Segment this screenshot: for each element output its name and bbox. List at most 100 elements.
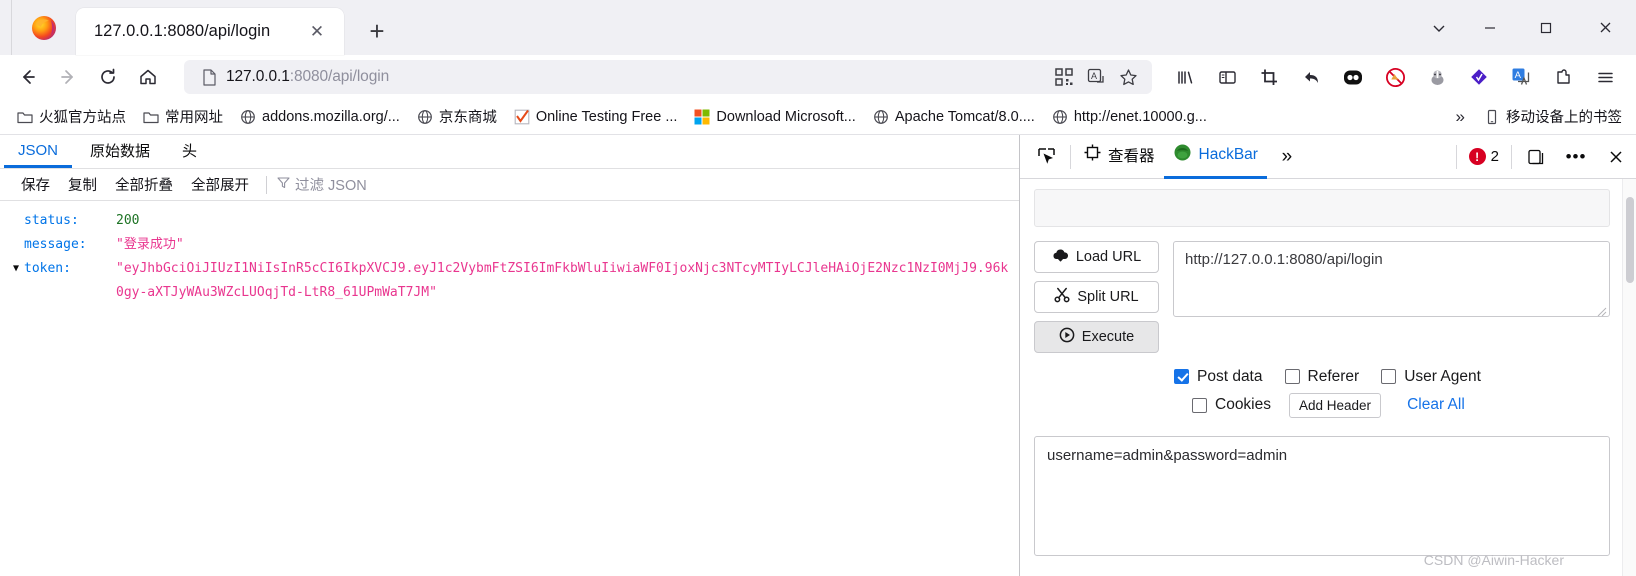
checkmark-icon — [513, 108, 531, 126]
tab-strip: 127.0.0.1:8080/api/login ✕ + — [0, 0, 1636, 55]
post-data-textarea[interactable]: username=admin&password=admin — [1034, 436, 1610, 556]
globe-icon — [872, 108, 890, 126]
tab-headers[interactable]: 头 — [168, 135, 211, 168]
resize-grip-icon[interactable] — [1597, 304, 1607, 317]
library-icon[interactable] — [1164, 59, 1206, 95]
url-bar[interactable]: 127.0.0.1:8080/api/login A — [184, 60, 1152, 94]
bookmark-item[interactable]: 火狐官方站点 — [8, 103, 134, 130]
bookmarks-toolbar: 火狐官方站点 常用网址 addons.mozilla.org/... 京东商城 — [0, 99, 1636, 135]
dock-to-side-icon[interactable] — [1516, 140, 1556, 174]
bookmark-item[interactable]: http://enet.10000.g... — [1043, 105, 1215, 129]
clear-all-link[interactable]: Clear All — [1407, 396, 1465, 414]
sidebar-icon[interactable] — [1206, 59, 1248, 95]
json-content: status: 200 message: "登录成功" ▼ token: "ey… — [0, 201, 1019, 576]
url-textarea[interactable]: http://127.0.0.1:8080/api/login — [1173, 241, 1610, 317]
close-window-button[interactable] — [1574, 0, 1636, 55]
bookmark-label: addons.mozilla.org/... — [262, 108, 400, 125]
play-circle-icon — [1059, 327, 1075, 347]
json-row-status[interactable]: status: 200 — [0, 209, 1019, 233]
split-url-button[interactable]: Split URL — [1034, 281, 1159, 313]
tab-inspector[interactable]: 查看器 — [1075, 135, 1164, 179]
checkbox-icon[interactable] — [1381, 369, 1397, 384]
cookie-manager-icon[interactable] — [1332, 59, 1374, 95]
load-url-button[interactable]: Load URL — [1034, 241, 1159, 273]
devtools-close-icon[interactable] — [1596, 140, 1636, 174]
post-data-checkbox[interactable]: Post data — [1174, 368, 1263, 386]
screenshot-crop-icon[interactable] — [1248, 59, 1290, 95]
expand-all-button[interactable]: 全部展开 — [182, 174, 258, 195]
json-row-message[interactable]: message: "登录成功" — [0, 233, 1019, 257]
error-circle-icon: ! — [1468, 148, 1486, 165]
translate-icon[interactable]: A — [1080, 68, 1112, 86]
close-icon[interactable]: ✕ — [304, 19, 330, 45]
wappalyzer-icon[interactable] — [1458, 59, 1500, 95]
new-tab-button[interactable]: + — [356, 10, 398, 52]
post-data-label: Post data — [1197, 367, 1263, 385]
bookmark-label: 火狐官方站点 — [39, 110, 126, 126]
svg-text:A: A — [1091, 71, 1097, 81]
scrollbar-thumb[interactable] — [1626, 197, 1634, 283]
undo-arrow-icon[interactable] — [1290, 59, 1332, 95]
qr-code-icon[interactable] — [1048, 68, 1080, 86]
execute-button[interactable]: Execute — [1034, 321, 1159, 353]
bookmarks-overflow-icon[interactable]: » — [1446, 104, 1475, 130]
devtools-scrollbar[interactable] — [1622, 179, 1636, 576]
bookmark-label: Online Testing Free ... — [535, 108, 678, 125]
browser-tab[interactable]: 127.0.0.1:8080/api/login ✕ — [76, 8, 344, 55]
list-all-tabs-icon[interactable] — [1416, 0, 1462, 55]
devtools-meatball-menu-icon[interactable]: ••• — [1556, 140, 1596, 174]
toolbar-divider — [266, 175, 267, 194]
hackbar-option-row-1: Post data Referer User Agent — [1174, 363, 1610, 390]
add-header-button[interactable]: Add Header — [1289, 392, 1382, 418]
cookies-checkbox[interactable]: Cookies — [1192, 396, 1271, 414]
tab-hackbar[interactable]: HackBar — [1163, 135, 1267, 179]
json-row-token[interactable]: ▼ token: "eyJhbGciOiJIUzI1NiIsInR5cCI6Ik… — [0, 257, 1019, 305]
url-input[interactable]: 127.0.0.1:8080/api/login — [220, 68, 1048, 86]
star-icon[interactable] — [1112, 68, 1144, 87]
bookmark-label: 移动设备上的书签 — [1506, 110, 1622, 126]
bookmark-item[interactable]: Download Microsoft... — [685, 105, 863, 129]
bookmark-item[interactable]: 京东商城 — [408, 103, 505, 130]
maximize-button[interactable] — [1518, 0, 1574, 55]
reload-button-icon[interactable] — [88, 59, 128, 95]
tab-raw-data[interactable]: 原始数据 — [76, 135, 164, 168]
bookmark-item[interactable]: addons.mozilla.org/... — [231, 105, 408, 129]
filter-placeholder: 过滤 JSON — [295, 178, 367, 194]
more-tabs-icon[interactable]: » — [1267, 140, 1307, 174]
user-agent-checkbox[interactable]: User Agent — [1381, 368, 1481, 386]
element-picker-icon[interactable] — [1026, 140, 1066, 174]
privacy-badger-icon[interactable] — [1416, 59, 1458, 95]
cloud-download-icon — [1052, 248, 1069, 267]
folder-icon — [142, 108, 160, 126]
translate-extension-icon[interactable]: A — [1500, 59, 1542, 95]
referer-checkbox[interactable]: Referer — [1284, 368, 1359, 386]
bookmark-item[interactable]: 常用网址 — [134, 103, 231, 130]
execute-label: Execute — [1081, 329, 1135, 345]
back-button-icon[interactable] — [8, 59, 48, 95]
forward-button-icon[interactable] — [48, 59, 88, 95]
error-count-badge[interactable]: ! 2 — [1461, 148, 1507, 165]
extensions-puzzle-icon[interactable] — [1542, 59, 1584, 95]
json-value: 200 — [116, 213, 140, 228]
checkbox-icon[interactable] — [1192, 397, 1207, 413]
save-button[interactable]: 保存 — [12, 174, 59, 195]
app-menu-icon[interactable] — [1584, 59, 1626, 95]
collapse-all-button[interactable]: 全部折叠 — [106, 174, 182, 195]
tab-json[interactable]: JSON — [4, 135, 73, 168]
tab-inspector-label: 查看器 — [1108, 148, 1155, 165]
load-url-label: Load URL — [1075, 249, 1142, 265]
copy-button[interactable]: 复制 — [59, 174, 106, 195]
json-key: status: — [24, 213, 79, 228]
filter-json-input[interactable]: 过滤 JSON — [275, 174, 367, 195]
bookmark-item-mobile[interactable]: 移动设备上的书签 — [1475, 103, 1630, 130]
bookmark-item[interactable]: Online Testing Free ... — [505, 105, 686, 129]
url-textarea-value: http://127.0.0.1:8080/api/login — [1185, 251, 1383, 268]
home-button-icon[interactable] — [128, 59, 168, 95]
twisty-icon[interactable]: ▼ — [8, 257, 24, 281]
checkbox-icon[interactable] — [1174, 369, 1189, 384]
adblock-icon[interactable] — [1374, 59, 1416, 95]
bookmark-item[interactable]: Apache Tomcat/8.0.... — [864, 105, 1043, 129]
checkbox-icon[interactable] — [1284, 369, 1300, 384]
error-count-label: 2 — [1490, 148, 1499, 165]
minimize-button[interactable] — [1462, 0, 1518, 55]
